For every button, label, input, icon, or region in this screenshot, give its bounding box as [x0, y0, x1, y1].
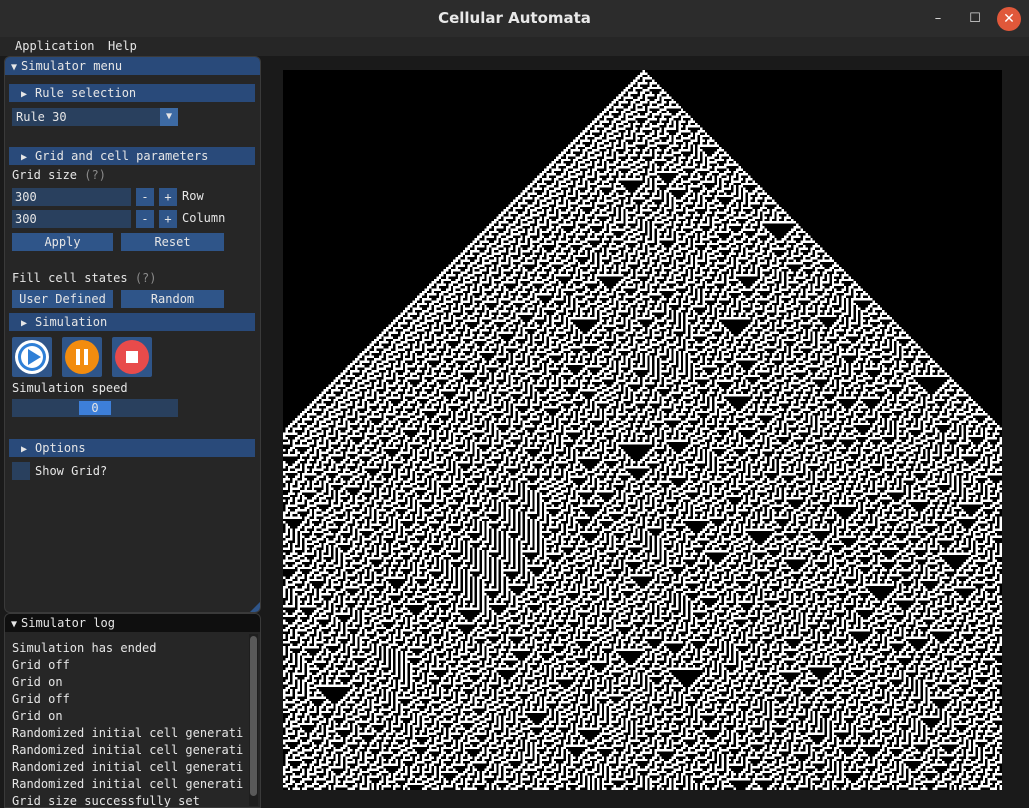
log-line: Grid off: [12, 692, 70, 706]
collapse-arrow-icon[interactable]: ▼: [7, 59, 21, 77]
title-bar: Cellular Automata – ☐ ✕: [0, 0, 1029, 37]
grid-params-label: Grid and cell parameters: [35, 149, 209, 163]
log-scrollbar[interactable]: [249, 634, 258, 806]
simulator-log-header[interactable]: ▼ Simulator log: [5, 614, 260, 632]
rule-combo[interactable]: Rule 30 ▼: [12, 108, 178, 126]
simulation-speed-label: Simulation speed: [12, 381, 128, 395]
automaton-canvas[interactable]: [283, 70, 1002, 790]
log-line: Randomized initial cell generatio: [12, 726, 244, 740]
expand-arrow-icon: ▶: [20, 444, 28, 455]
rows-increment-button[interactable]: +: [159, 188, 177, 206]
rows-decrement-button[interactable]: -: [136, 188, 154, 206]
columns-increment-button[interactable]: +: [159, 210, 177, 228]
rows-label: Row: [182, 189, 204, 203]
simulator-log-title: Simulator log: [21, 616, 115, 630]
pause-button[interactable]: [62, 337, 102, 377]
simulation-header[interactable]: ▶ Simulation: [9, 313, 255, 331]
minimize-icon[interactable]: –: [926, 7, 950, 31]
rule-selection-header[interactable]: ▶ Rule selection: [9, 84, 255, 102]
resize-grip-icon[interactable]: [250, 602, 260, 612]
slider-handle[interactable]: 0: [79, 401, 111, 415]
log-line: Grid off: [12, 658, 70, 672]
log-line: Grid on: [12, 675, 63, 689]
window-title: Cellular Automata: [438, 9, 591, 27]
expand-arrow-icon: ▶: [20, 89, 28, 100]
simulator-menu-title: Simulator menu: [21, 59, 123, 73]
rule-selection-label: Rule selection: [35, 86, 137, 100]
pause-icon: [65, 340, 99, 374]
help-marker[interactable]: (?): [135, 271, 157, 285]
menu-application[interactable]: Application: [15, 39, 94, 53]
maximize-icon[interactable]: ☐: [963, 7, 987, 31]
fill-cell-states-label: Fill cell states (?): [12, 271, 157, 285]
simulator-menu-header[interactable]: ▼ Simulator menu: [5, 57, 260, 75]
columns-decrement-button[interactable]: -: [136, 210, 154, 228]
collapse-arrow-icon[interactable]: ▼: [7, 616, 21, 634]
simulation-label: Simulation: [35, 315, 108, 329]
columns-input[interactable]: 300: [12, 210, 131, 228]
automaton-grid[interactable]: [283, 70, 1002, 790]
simulator-menu-panel: ▼ Simulator menu ▶ Rule selection Rule 30 …: [4, 56, 261, 613]
expand-arrow-icon: ▶: [20, 152, 28, 163]
help-marker[interactable]: (?): [84, 168, 106, 182]
log-lines: Simulation has ended Grid off Grid on Gr…: [12, 640, 244, 807]
stop-icon: [115, 340, 149, 374]
simulator-log-panel: ▼ Simulator log Simulation has ended Grid…: [4, 613, 261, 808]
play-button[interactable]: [12, 337, 52, 377]
apply-button[interactable]: Apply: [12, 233, 113, 251]
columns-label: Column: [182, 211, 226, 225]
log-line: Grid on: [12, 709, 63, 723]
play-icon: [15, 340, 49, 374]
grid-size-text: Grid size: [12, 168, 78, 182]
log-line: Randomized initial cell generatio: [12, 777, 244, 791]
rows-input[interactable]: 300: [12, 188, 131, 206]
options-header[interactable]: ▶ Options: [9, 439, 255, 457]
random-button[interactable]: Random: [121, 290, 224, 308]
simulation-speed-slider[interactable]: 0: [12, 399, 178, 417]
show-grid-label: Show Grid?: [35, 464, 108, 478]
grid-params-header[interactable]: ▶ Grid and cell parameters: [9, 147, 255, 165]
log-line: Randomized initial cell generatio: [12, 760, 244, 774]
user-defined-button[interactable]: User Defined: [12, 290, 113, 308]
menu-bar: Application Help: [0, 37, 1029, 56]
reset-button[interactable]: Reset: [121, 233, 224, 251]
options-label: Options: [35, 441, 86, 455]
stop-button[interactable]: [112, 337, 152, 377]
close-icon[interactable]: ✕: [997, 7, 1021, 31]
log-line: Simulation has ended: [12, 641, 157, 655]
chevron-down-icon[interactable]: ▼: [160, 108, 178, 126]
log-scrollbar-thumb[interactable]: [250, 636, 257, 796]
log-line: Randomized initial cell generatio: [12, 743, 244, 757]
expand-arrow-icon: ▶: [20, 318, 28, 329]
show-grid-checkbox[interactable]: [12, 462, 30, 480]
rule-combo-value: Rule 30: [16, 110, 67, 124]
grid-size-label: Grid size (?): [12, 168, 106, 182]
fill-cell-states-text: Fill cell states: [12, 271, 128, 285]
menu-help[interactable]: Help: [108, 39, 137, 53]
